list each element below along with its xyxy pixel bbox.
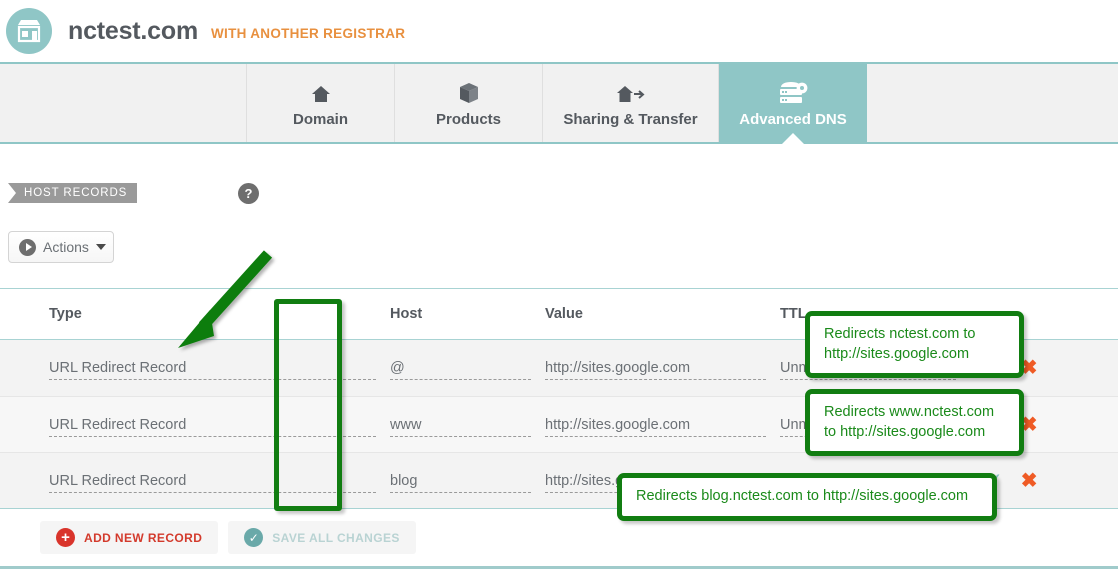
- column-header-host: Host: [390, 306, 423, 322]
- record-host-input[interactable]: www: [390, 397, 545, 452]
- tab-products-label: Products: [435, 110, 501, 128]
- tab-bar: Domain Products Sharing & Transfer Advan…: [0, 62, 1118, 144]
- record-host-input[interactable]: @: [390, 340, 545, 396]
- house-arrow-icon: [616, 79, 646, 105]
- host-records-banner: HOST RECORDS: [8, 183, 138, 203]
- plus-circle-icon: +: [56, 528, 75, 547]
- page-header: nctest.com WITH ANOTHER REGISTRAR: [0, 0, 1118, 62]
- add-new-record-button[interactable]: + ADD NEW RECORD: [40, 521, 219, 554]
- record-host-value: www: [390, 410, 545, 440]
- check-circle-icon: ✓: [244, 528, 264, 547]
- annotation-callout: Redirects www.nctest.com to http://sites…: [805, 389, 1024, 457]
- tab-advanced-dns[interactable]: Advanced DNS: [719, 64, 867, 144]
- tab-domain[interactable]: Domain: [247, 64, 395, 142]
- tab-sharing-transfer-label: Sharing & Transfer: [563, 110, 698, 128]
- caret-down-icon: [95, 244, 106, 250]
- actions-button-label: Actions: [43, 239, 89, 255]
- help-icon[interactable]: ?: [238, 183, 259, 204]
- save-all-changes-button[interactable]: ✓ SAVE ALL CHANGES: [228, 521, 416, 554]
- record-value-text: http://sites.google.com: [545, 410, 780, 440]
- registrar-note: WITH ANOTHER REGISTRAR: [210, 26, 406, 41]
- tab-sharing-transfer[interactable]: Sharing & Transfer: [543, 64, 719, 142]
- active-tab-pointer: [782, 133, 804, 144]
- save-all-changes-label: SAVE ALL CHANGES: [272, 530, 400, 545]
- tab-bar-right-spacer: [867, 64, 1118, 142]
- record-value-input[interactable]: http://sites.google.com: [545, 397, 780, 452]
- tab-advanced-dns-label: Advanced DNS: [739, 110, 847, 128]
- record-host-value: @: [390, 353, 545, 383]
- tab-bar-left-spacer: [0, 64, 247, 142]
- annotation-arrow-icon: [178, 250, 273, 348]
- record-value-input[interactable]: http://sites.google.com: [545, 340, 780, 396]
- tab-domain-label: Domain: [292, 110, 348, 128]
- box-icon: [458, 79, 480, 105]
- record-host-value: blog: [390, 466, 545, 496]
- record-host-input[interactable]: blog: [390, 453, 545, 508]
- close-x-icon[interactable]: ✖: [1021, 471, 1038, 491]
- house-icon: [310, 79, 332, 105]
- add-new-record-label: ADD NEW RECORD: [84, 530, 203, 545]
- storefront-icon: [6, 8, 52, 54]
- annotation-callout: Redirects nctest.com to http://sites.goo…: [805, 311, 1024, 379]
- server-gear-icon: [777, 79, 809, 105]
- play-circle-icon: [19, 238, 36, 256]
- column-header-value: Value: [545, 306, 583, 322]
- page-bottom-rule: [0, 566, 1118, 569]
- tab-products[interactable]: Products: [395, 64, 543, 142]
- record-value-text: http://sites.google.com: [545, 353, 780, 383]
- annotation-callout: Redirects blog.nctest.com to http://site…: [617, 473, 997, 521]
- table-footer-actions: + ADD NEW RECORD ✓ SAVE ALL CHANGES: [40, 521, 416, 554]
- page-title: nctest.com: [68, 16, 198, 45]
- actions-button[interactable]: Actions: [8, 231, 114, 263]
